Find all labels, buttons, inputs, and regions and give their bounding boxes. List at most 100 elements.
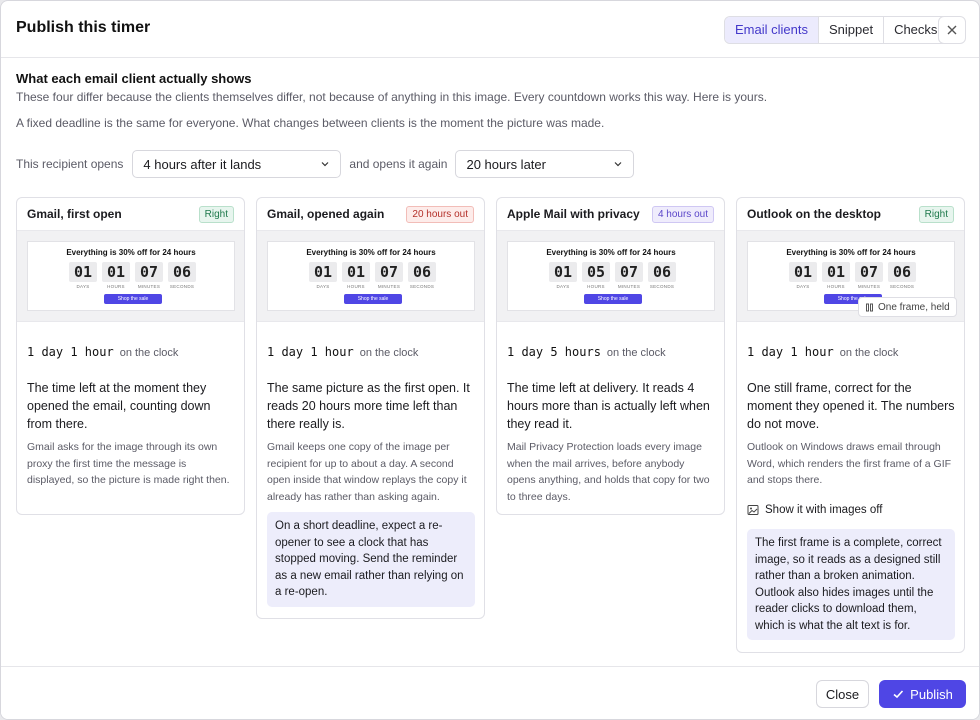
status-badge: 20 hours out	[406, 205, 474, 223]
opens-select[interactable]: 4 hours after it lands	[132, 150, 342, 178]
client-card-apple-mail-privacy: Apple Mail with privacy 4 hours out Ever…	[496, 197, 725, 515]
frame-chip-label: One frame, held	[878, 301, 950, 313]
hours-digits: 01	[342, 262, 370, 282]
clock-row: 1 day 1 hour on the clock	[267, 345, 418, 359]
unit-label: MINUTES	[377, 284, 401, 289]
publish-dialog: Publish this timer Email clients Snippet…	[0, 0, 980, 720]
status-badge: 4 hours out	[651, 205, 714, 223]
unit-label: HOURS	[107, 284, 125, 289]
client-detail: Gmail asks for the image through its own…	[27, 441, 230, 486]
unit-label: MINUTES	[617, 284, 641, 289]
status-badge: Right	[918, 205, 954, 223]
client-name: Gmail, first open	[27, 207, 122, 221]
clock-row: 1 day 5 hours on the clock	[507, 345, 666, 359]
preview-cta: Shop the sale	[584, 294, 642, 304]
preview-area: Everything is 30% off for 24 hours 01 DAY…	[17, 231, 244, 322]
tab-snippet[interactable]: Snippet	[819, 17, 885, 43]
section-subtitle: These four differ because the clients th…	[16, 90, 768, 104]
tab-group: Email clients Snippet Checks	[724, 16, 949, 44]
unit-label: HOURS	[827, 284, 845, 289]
minutes-digits: 07	[375, 262, 403, 282]
again-select-value: 20 hours later	[466, 156, 546, 172]
clock-row: 1 day 1 hour on the clock	[747, 345, 898, 359]
preview-headline: Everything is 30% off for 24 hours	[66, 248, 196, 257]
preview-area: Everything is 30% off for 24 hours 01 DAY…	[257, 231, 484, 322]
days-digits: 01	[69, 262, 97, 282]
hours-digits: 05	[582, 262, 610, 282]
unit-label: DAYS	[316, 284, 330, 289]
client-detail: Gmail keeps one copy of the image per re…	[267, 441, 467, 503]
clock-value: 1 day 1 hour	[747, 345, 834, 359]
card-header: Gmail, first open Right	[17, 198, 244, 231]
clock-suffix: on the clock	[606, 347, 666, 359]
client-card-gmail-first-open: Gmail, first open Right Everything is 30…	[16, 197, 245, 515]
timer-preview: Everything is 30% off for 24 hours 01 DAY…	[27, 241, 235, 311]
close-dialog-button[interactable]	[938, 16, 966, 44]
unit-label: SECONDS	[409, 284, 435, 289]
unit-label: HOURS	[347, 284, 365, 289]
clock-row: 1 day 1 hour on the clock	[27, 345, 178, 359]
preview-cta: Shop the sale	[104, 294, 162, 304]
timer-preview: Everything is 30% off for 24 hours 01 DAY…	[507, 241, 715, 311]
seconds-digits: 06	[168, 262, 196, 282]
clock-value: 1 day 1 hour	[267, 345, 354, 359]
preview-headline: Everything is 30% off for 24 hours	[306, 248, 436, 257]
chevron-down-icon	[615, 162, 622, 167]
unit-label: MINUTES	[857, 284, 881, 289]
seconds-digits: 06	[408, 262, 436, 282]
client-card-outlook-desktop: Outlook on the desktop Right Everything …	[736, 197, 965, 653]
preview-headline: Everything is 30% off for 24 hours	[786, 248, 916, 257]
close-button[interactable]: Close	[816, 680, 869, 708]
status-badge: Right	[198, 205, 234, 223]
opens-label: This recipient opens	[16, 157, 124, 171]
unit-label: SECONDS	[889, 284, 915, 289]
dialog-footer: Close Publish	[1, 666, 979, 719]
client-name: Gmail, opened again	[267, 207, 385, 221]
one-frame-chip: One frame, held	[858, 297, 957, 317]
unit-label: DAYS	[76, 284, 90, 289]
minutes-digits: 07	[135, 262, 163, 282]
again-select[interactable]: 20 hours later	[455, 150, 635, 178]
client-detail: Outlook on Windows draws email through W…	[747, 441, 952, 486]
unit-label: DAYS	[796, 284, 810, 289]
tab-email-clients[interactable]: Email clients	[725, 17, 819, 43]
publish-button[interactable]: Publish	[879, 680, 966, 708]
client-card-gmail-opened-again: Gmail, opened again 20 hours out Everyth…	[256, 197, 485, 619]
client-name: Apple Mail with privacy	[507, 207, 640, 221]
dialog-title: Publish this timer	[16, 19, 151, 36]
check-icon	[893, 690, 904, 699]
clock-suffix: on the clock	[359, 347, 419, 359]
card-header: Gmail, opened again 20 hours out	[257, 198, 484, 231]
reopen-callout: On a short deadline, expect a re-opener …	[267, 512, 475, 607]
client-detail: Mail Privacy Protection loads every imag…	[507, 441, 710, 503]
countdown-digits: 01 DAYS 01 HOURS 07 MINUTES 06 SECONDS	[789, 262, 921, 289]
preview-cta: Shop the sale	[344, 294, 402, 304]
close-icon	[947, 25, 957, 35]
pause-icon	[866, 303, 873, 311]
preview-headline: Everything is 30% off for 24 hours	[546, 248, 676, 257]
client-description: The time left at delivery. It reads 4 ho…	[507, 381, 710, 431]
hours-digits: 01	[102, 262, 130, 282]
show-images-off-label: Show it with images off	[765, 504, 883, 516]
countdown-digits: 01 DAYS 01 HOURS 07 MINUTES 06 SECONDS	[309, 262, 441, 289]
client-description: One still frame, correct for the moment …	[747, 381, 955, 431]
outlook-callout: The first frame is a complete, correct i…	[747, 529, 955, 640]
client-name: Outlook on the desktop	[747, 207, 881, 221]
show-images-off-button[interactable]: Show it with images off	[747, 501, 882, 519]
unit-label: HOURS	[587, 284, 605, 289]
clock-suffix: on the clock	[839, 347, 899, 359]
clock-value: 1 day 1 hour	[27, 345, 114, 359]
clock-suffix: on the clock	[119, 347, 179, 359]
unit-label: SECONDS	[649, 284, 675, 289]
opens-select-value: 4 hours after it lands	[143, 156, 262, 172]
card-header: Outlook on the desktop Right	[737, 198, 964, 231]
section-note: A fixed deadline is the same for everyon…	[16, 116, 605, 130]
unit-label: SECONDS	[169, 284, 195, 289]
unit-label: MINUTES	[137, 284, 161, 289]
preview-area: Everything is 30% off for 24 hours 01 DAY…	[497, 231, 724, 322]
countdown-digits: 01 DAYS 01 HOURS 07 MINUTES 06 SECONDS	[69, 262, 201, 289]
preview-area: Everything is 30% off for 24 hours 01 DAY…	[737, 231, 964, 322]
image-icon	[747, 505, 759, 515]
dialog-header: Publish this timer Email clients Snippet…	[1, 1, 979, 58]
card-header: Apple Mail with privacy 4 hours out	[497, 198, 724, 231]
